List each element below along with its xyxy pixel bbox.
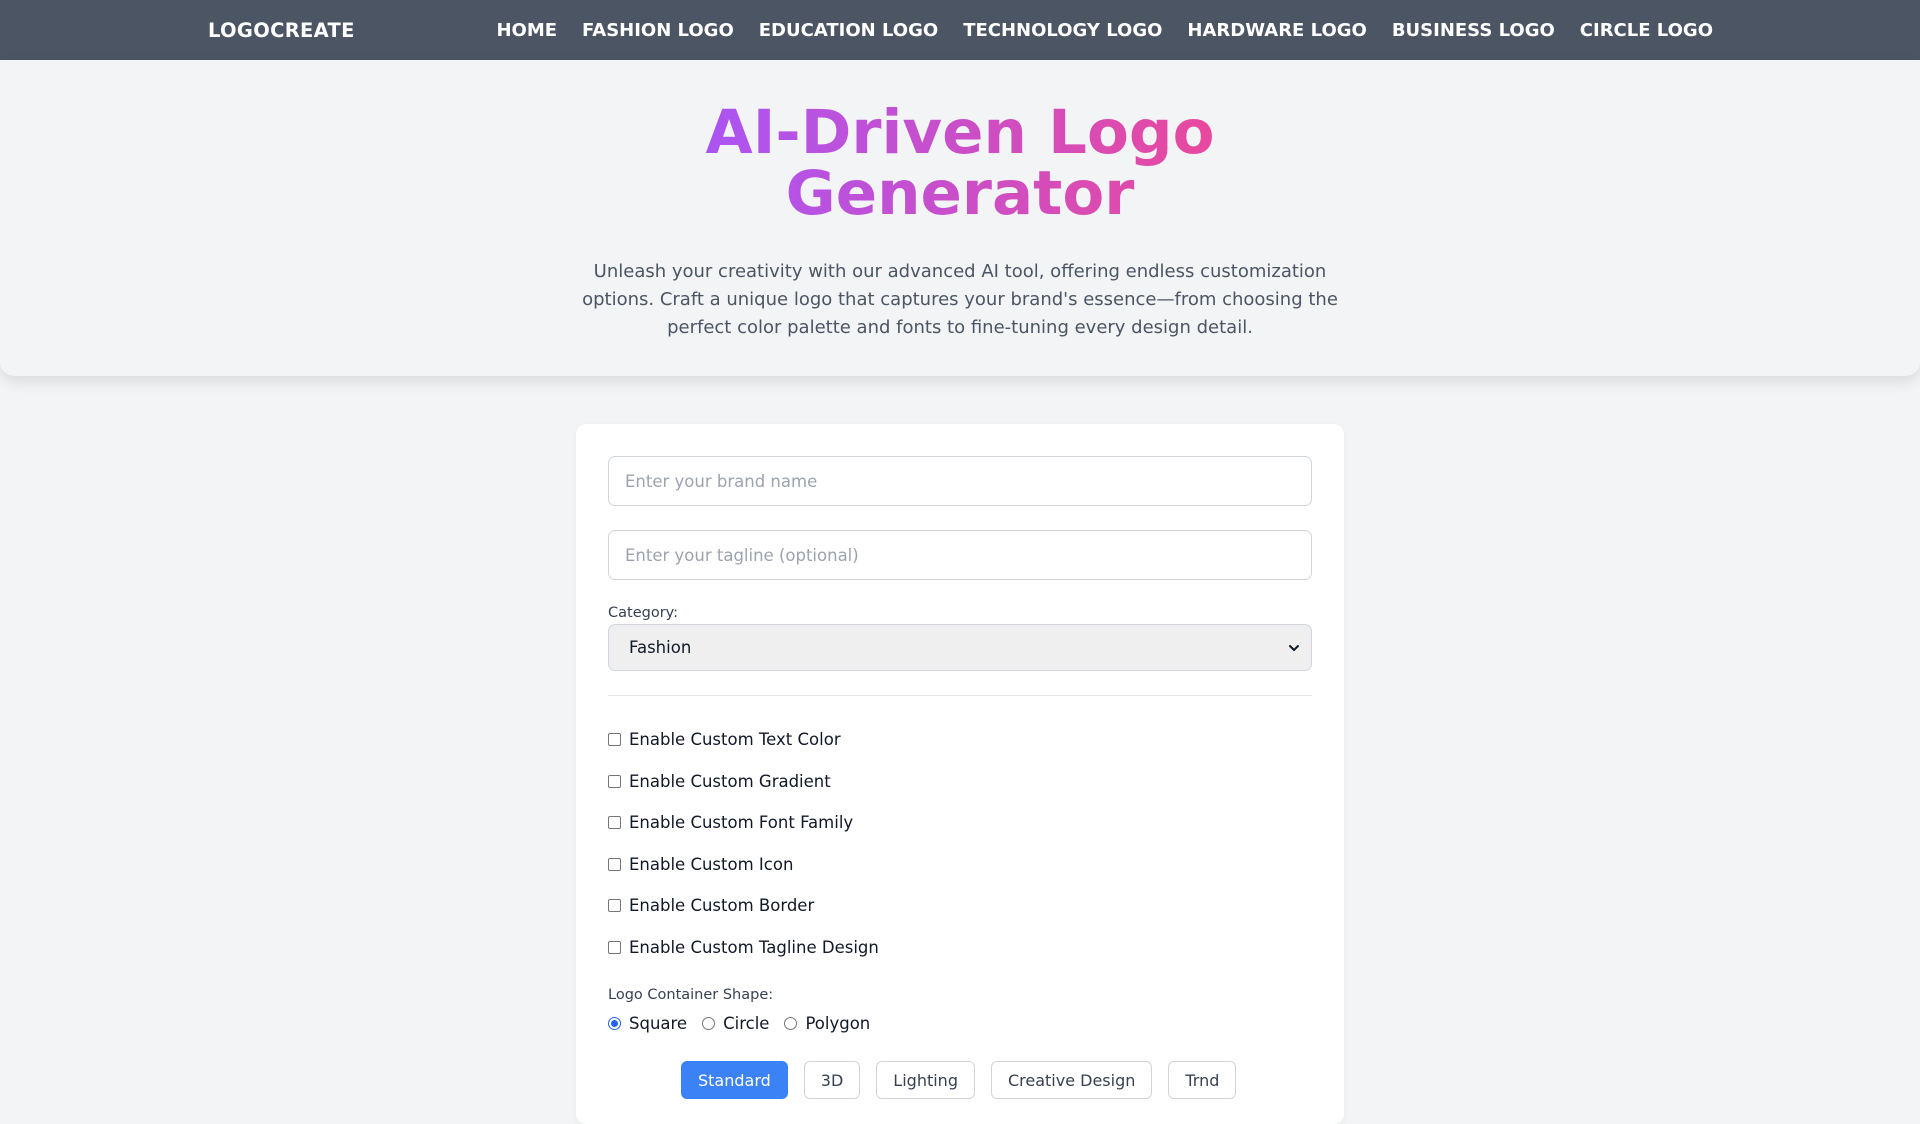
custom-border-option[interactable]: Enable Custom Border	[608, 896, 814, 915]
hero-description: Unleash your creativity with our advance…	[582, 261, 1338, 338]
custom-gradient-label: Enable Custom Gradient	[629, 772, 831, 791]
custom-tagline-design-label: Enable Custom Tagline Design	[629, 938, 879, 957]
shape-polygon-radio[interactable]	[784, 1017, 798, 1030]
custom-gradient-option[interactable]: Enable Custom Gradient	[608, 772, 831, 791]
custom-text-color-option[interactable]: Enable Custom Text Color	[608, 730, 841, 749]
custom-gradient-checkbox[interactable]	[608, 775, 621, 788]
shape-circle-radio[interactable]	[702, 1017, 716, 1030]
custom-icon-option[interactable]: Enable Custom Icon	[608, 855, 793, 874]
custom-text-color-label: Enable Custom Text Color	[629, 730, 841, 749]
form-divider	[608, 695, 1312, 696]
custom-tagline-design-checkbox[interactable]	[608, 941, 621, 954]
tab-3d[interactable]: 3D	[803, 1061, 861, 1099]
nav-link-hardware-logo[interactable]: HARDWARE LOGO	[1187, 20, 1366, 41]
shape-polygon-option[interactable]: Polygon	[784, 1014, 870, 1033]
custom-font-family-checkbox[interactable]	[608, 816, 621, 829]
tab-standard[interactable]: Standard	[681, 1061, 788, 1099]
custom-border-label: Enable Custom Border	[629, 896, 815, 915]
shape-polygon-label: Polygon	[805, 1014, 871, 1033]
custom-border-checkbox[interactable]	[608, 899, 621, 912]
shape-square-option[interactable]: Square	[608, 1014, 687, 1033]
nav-links: HOME FASHION LOGO EDUCATION LOGO TECHNOL…	[496, 0, 1713, 60]
category-label: Category:	[608, 605, 679, 621]
nav-link-business-logo[interactable]: BUSINESS LOGO	[1392, 20, 1555, 41]
hero-section: AI-Driven Logo Generator Unleash your cr…	[0, 60, 1920, 376]
brand-name-input[interactable]	[608, 456, 1312, 506]
page-title: AI-Driven Logo Generator	[680, 102, 1240, 224]
tab-trnd[interactable]: Trnd	[1168, 1061, 1237, 1099]
custom-font-family-label: Enable Custom Font Family	[629, 813, 854, 832]
tab-creative-design[interactable]: Creative Design	[990, 1061, 1153, 1099]
shape-radio-group: Square Circle Polygon	[608, 1014, 885, 1033]
brand-logo-link[interactable]: LOGOCREATE	[208, 0, 355, 60]
nav-link-education-logo[interactable]: EDUCATION LOGO	[759, 20, 938, 41]
nav-link-technology-logo[interactable]: TECHNOLOGY LOGO	[963, 20, 1162, 41]
shape-label: Logo Container Shape:	[608, 987, 774, 1003]
custom-font-family-option[interactable]: Enable Custom Font Family	[608, 813, 853, 832]
custom-icon-checkbox[interactable]	[608, 858, 621, 871]
shape-circle-label: Circle	[723, 1014, 770, 1033]
shape-circle-option[interactable]: Circle	[702, 1014, 769, 1033]
style-tabs: Standard 3D Lighting Creative Design Trn…	[681, 1061, 1237, 1099]
nav-link-circle-logo[interactable]: CIRCLE LOGO	[1580, 20, 1713, 41]
category-select[interactable]: Fashion	[608, 624, 1312, 671]
shape-square-radio[interactable]	[608, 1017, 621, 1030]
custom-icon-label: Enable Custom Icon	[629, 855, 794, 874]
tab-lighting[interactable]: Lighting	[876, 1061, 975, 1099]
chevron-down-icon	[1289, 645, 1299, 651]
tagline-input[interactable]	[608, 530, 1312, 580]
category-selected-value: Fashion	[629, 638, 692, 657]
custom-text-color-checkbox[interactable]	[608, 733, 621, 746]
top-navbar: LOGOCREATE HOME FASHION LOGO EDUCATION L…	[0, 0, 1920, 60]
shape-square-label: Square	[629, 1014, 688, 1033]
logo-generator-form: Category: Fashion Enable Custom Text Col…	[576, 424, 1344, 1124]
nav-link-home[interactable]: HOME	[496, 20, 557, 41]
nav-link-fashion-logo[interactable]: FASHION LOGO	[582, 20, 734, 41]
custom-tagline-design-option[interactable]: Enable Custom Tagline Design	[608, 938, 879, 957]
